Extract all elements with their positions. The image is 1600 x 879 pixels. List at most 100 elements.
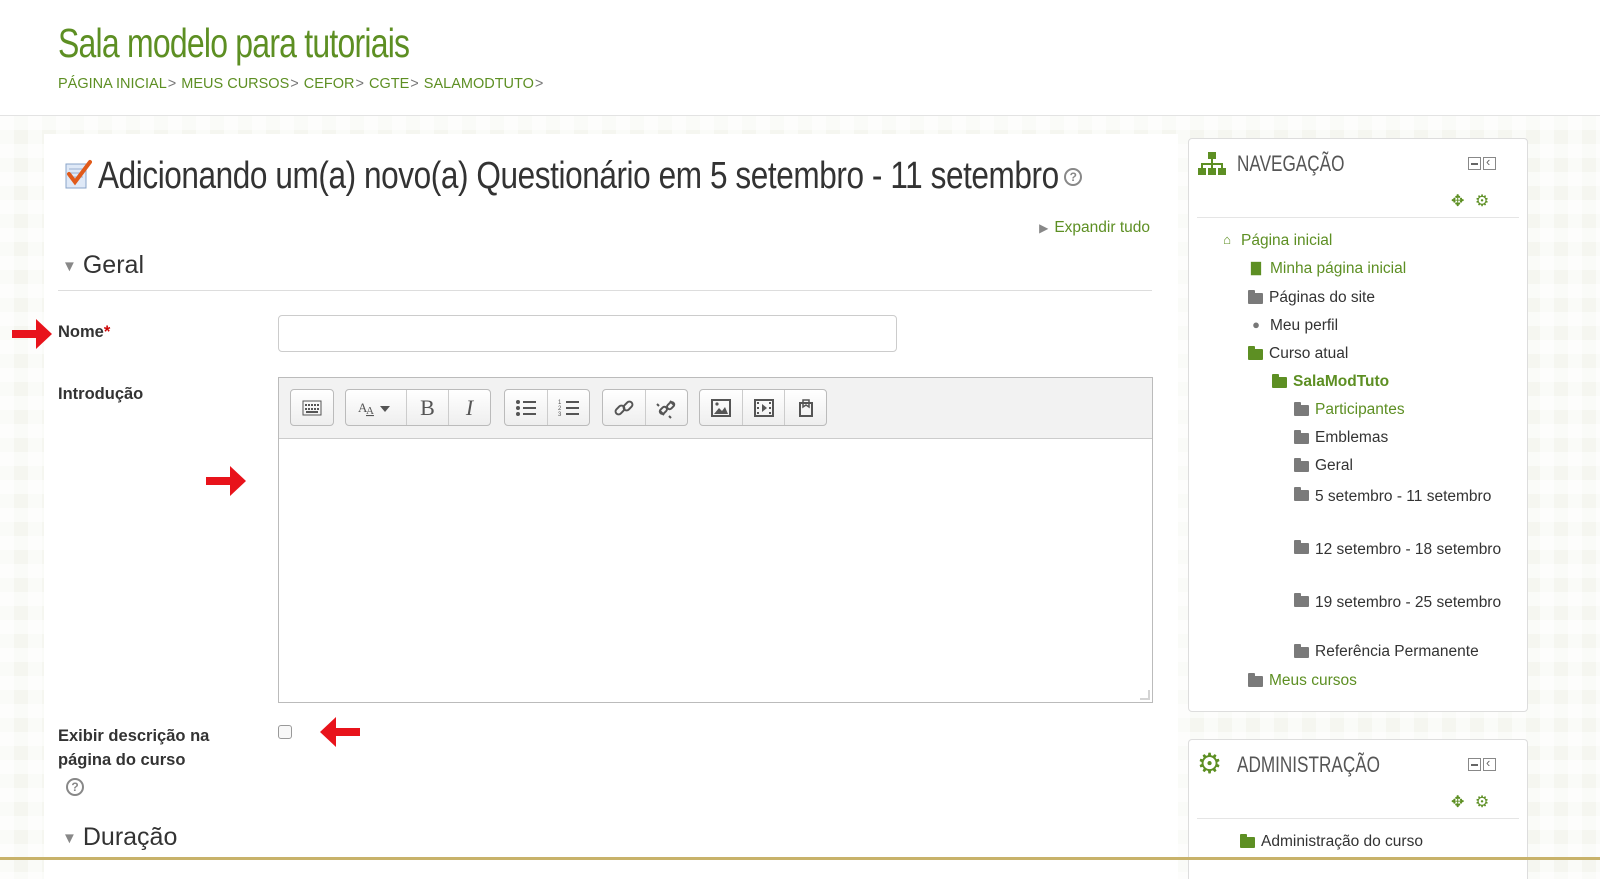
folder-open-icon — [1248, 346, 1263, 360]
breadcrumb-cgte[interactable]: CGTE — [369, 76, 409, 92]
nav-item-permanent-reference[interactable]: Referência Permanente — [1294, 643, 1479, 661]
nav-item-site-pages[interactable]: Páginas do site — [1248, 289, 1375, 307]
section-general-header[interactable]: ▼ Geral — [62, 251, 144, 280]
intro-editor: AA B I 123 — [278, 377, 1153, 703]
minimize-icon[interactable] — [1468, 157, 1481, 170]
resize-handle[interactable] — [1140, 690, 1150, 700]
nav-item-week-3[interactable]: 19 setembro - 25 setembro — [1294, 591, 1504, 615]
editor-toolbar: AA B I 123 — [279, 378, 1152, 439]
folder-icon — [1294, 644, 1309, 658]
nav-item-week-1[interactable]: 5 setembro - 11 setembro — [1294, 485, 1504, 509]
folder-icon — [1294, 487, 1309, 501]
folder-icon — [1294, 593, 1309, 607]
nav-item-profile[interactable]: ● Meu perfil — [1248, 317, 1338, 335]
administration-block-title: ADMINISTRAÇÃO — [1237, 752, 1381, 777]
caret-down-icon: ▼ — [62, 829, 77, 847]
nav-item-participants[interactable]: Participantes — [1294, 401, 1405, 419]
font-style-icon[interactable]: AA — [346, 390, 406, 425]
move-icon[interactable]: ✥ — [1451, 794, 1464, 811]
ordered-list-icon[interactable]: 123 — [547, 390, 589, 425]
block-divider — [1197, 217, 1519, 218]
nav-item-current-course[interactable]: Curso atual — [1248, 345, 1348, 363]
nav-item-my-courses[interactable]: Meus cursos — [1248, 672, 1357, 690]
toolbar-group-media — [699, 389, 827, 426]
block-tools: ✥ ⚙ — [1451, 792, 1489, 812]
navigation-block: NAVEGAÇÃO ✥ ⚙ — [1188, 138, 1528, 712]
expand-all-link[interactable]: ▶ Expandir tudo — [1039, 219, 1150, 237]
show-more-icon[interactable] — [291, 390, 333, 425]
bottom-border — [0, 857, 1600, 860]
move-icon[interactable]: ✥ — [1451, 193, 1464, 210]
nav-item-general[interactable]: Geral — [1294, 457, 1353, 475]
block-tools: ✥ ⚙ — [1451, 191, 1489, 211]
page-header: Sala modelo para tutoriais Página inicia… — [0, 0, 1600, 116]
section-duration-header[interactable]: ▼ Duração — [62, 823, 177, 852]
show-description-checkbox[interactable] — [278, 725, 292, 739]
block-controls — [1468, 154, 1496, 170]
nav-item-my-home[interactable]: ▇ Minha página inicial — [1248, 260, 1406, 278]
toolbar-group-lists: 123 — [504, 389, 590, 426]
block-controls — [1468, 755, 1496, 771]
folder-icon — [1294, 458, 1309, 472]
nav-item-week-2[interactable]: 12 setembro - 18 setembro — [1294, 538, 1504, 562]
user-icon: ● — [1252, 317, 1260, 332]
svg-text:3: 3 — [558, 412, 562, 417]
breadcrumb-home[interactable]: Página inicial — [58, 76, 167, 92]
site-title[interactable]: Sala modelo para tutoriais — [58, 20, 410, 67]
help-icon[interactable]: ? — [1064, 167, 1083, 186]
breadcrumb: Página inicial> Meus cursos> CEFOR> CGTE… — [58, 76, 544, 92]
folder-open-icon — [1272, 374, 1287, 388]
nav-item-badges[interactable]: Emblemas — [1294, 429, 1388, 447]
show-description-label: Exibir descrição na página do curso — [58, 727, 210, 769]
navigation-block-title: NAVEGAÇÃO — [1237, 151, 1345, 176]
breadcrumb-course[interactable]: SALAMODTUTO — [424, 76, 534, 92]
triangle-right-icon: ▶ — [1039, 221, 1049, 235]
folder-icon — [1248, 290, 1263, 304]
breadcrumb-cefor[interactable]: CEFOR — [304, 76, 355, 92]
manage-files-icon[interactable] — [784, 390, 826, 425]
minimize-icon[interactable] — [1468, 758, 1481, 771]
unordered-list-icon[interactable] — [505, 390, 547, 425]
breadcrumb-my-courses[interactable]: Meus cursos — [181, 76, 289, 92]
dock-icon[interactable] — [1483, 755, 1496, 771]
sitemap-icon — [1197, 151, 1227, 182]
toolbar-group-links — [602, 389, 688, 426]
italic-icon[interactable]: I — [448, 390, 490, 425]
image-icon[interactable] — [700, 390, 742, 425]
arrow-right-icon — [206, 466, 246, 496]
home-icon: ⌂ — [1223, 232, 1231, 247]
arrow-left-icon — [320, 717, 360, 747]
media-icon[interactable] — [742, 390, 784, 425]
section-divider — [58, 290, 1152, 291]
settings-gears-icon[interactable]: ⚙ — [1475, 794, 1489, 811]
name-input[interactable] — [278, 315, 897, 352]
folder-icon — [1294, 402, 1309, 416]
folder-open-icon — [1240, 834, 1255, 848]
dock-icon[interactable] — [1483, 154, 1496, 170]
nav-item-course[interactable]: SalaModTuto — [1272, 373, 1389, 391]
unlink-icon[interactable] — [645, 390, 687, 425]
page-heading: Adicionando um(a) novo(a) Questionário e… — [64, 155, 1083, 198]
arrow-right-icon — [12, 319, 52, 349]
settings-gears-icon[interactable]: ⚙ — [1475, 193, 1489, 210]
svg-text:A: A — [366, 405, 374, 417]
nav-item-course-admin[interactable]: Administração do curso — [1240, 833, 1423, 851]
folder-icon — [1294, 430, 1309, 444]
block-divider — [1197, 818, 1519, 819]
folder-icon — [1248, 673, 1263, 687]
page-title: Adicionando um(a) novo(a) Questionário e… — [98, 155, 1059, 197]
help-icon[interactable]: ? — [66, 778, 84, 796]
intro-label: Introdução — [58, 385, 144, 403]
name-label: Nome* — [58, 323, 111, 341]
quiz-icon — [64, 158, 92, 195]
page-icon: ▇ — [1251, 260, 1261, 275]
intro-editor-content[interactable] — [279, 439, 1152, 703]
toolbar-group-format: AA B I — [345, 389, 491, 426]
toolbar-group-more — [290, 389, 334, 426]
nav-item-home[interactable]: ⌂ Página inicial — [1219, 232, 1332, 250]
link-icon[interactable] — [603, 390, 645, 425]
admin-gears-icon: ⚙ — [1197, 748, 1223, 779]
bold-icon[interactable]: B — [406, 390, 448, 425]
caret-down-icon: ▼ — [62, 257, 77, 275]
folder-icon — [1294, 540, 1309, 554]
